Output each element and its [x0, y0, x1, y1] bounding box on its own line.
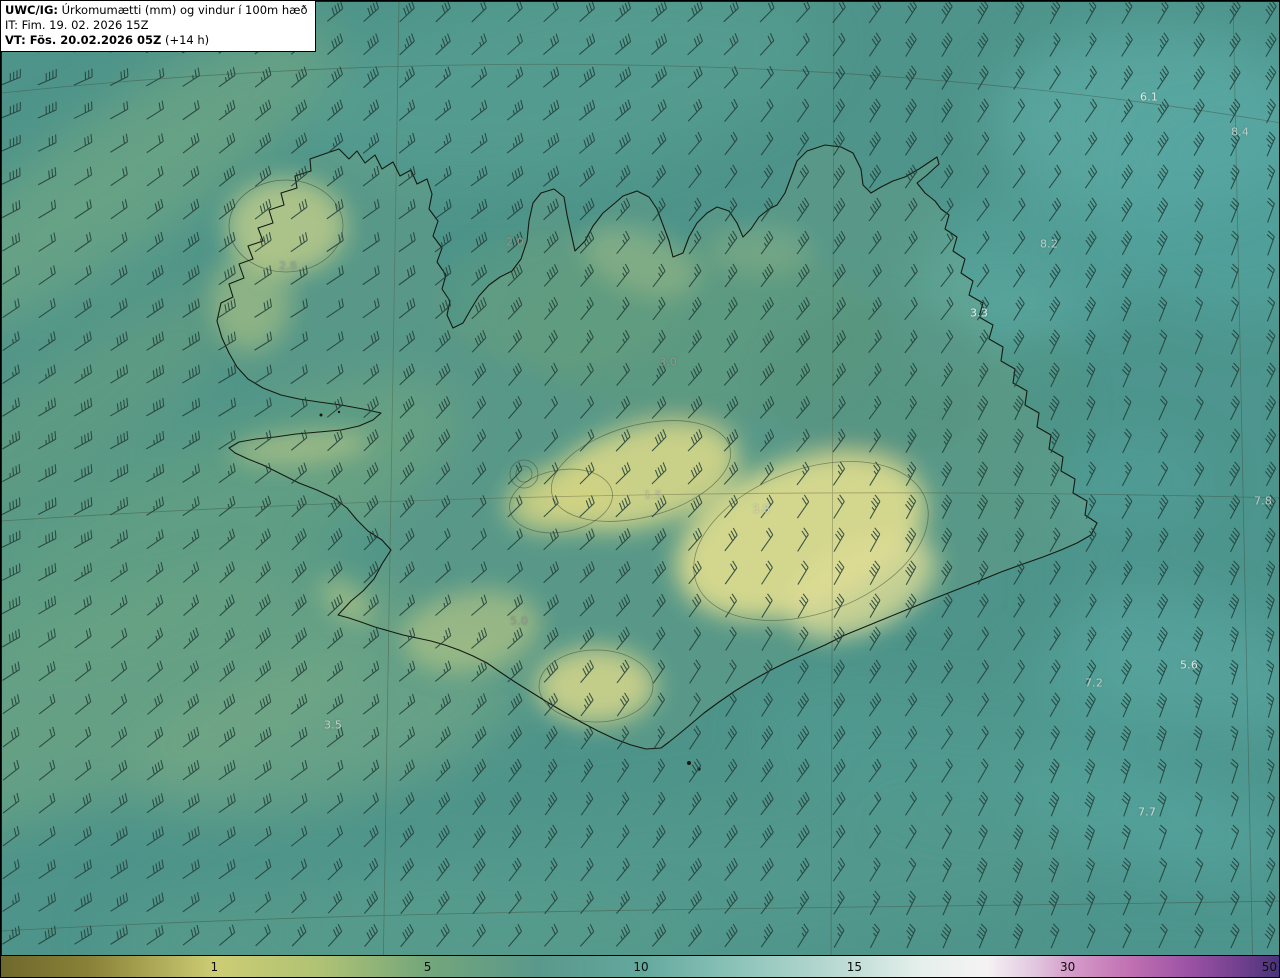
precipitation-wind-map: [1, 1, 1279, 957]
colorbar-tick: 50: [1261, 959, 1277, 974]
colorbar-tick: 30: [1059, 959, 1076, 974]
product-label: UWC/IG:: [5, 3, 58, 17]
valid-time-line: VT: Fös. 20.02.2026 05Z (+14 h): [5, 33, 308, 48]
map-title-box: UWC/IG: Úrkomumætti (mm) og vindur í 100…: [1, 1, 316, 52]
colorbar-tick: 15: [846, 959, 863, 974]
product-title-line: UWC/IG: Úrkomumætti (mm) og vindur í 100…: [5, 3, 308, 18]
product-title: Úrkomumætti (mm) og vindur í 100m hæð: [57, 3, 308, 17]
weather-chart: 6.1 8.4 8.2 2.8 3.3 3.0 2.0 7.8 3.8 1.5 5.0 5.6 7.2 3…: [0, 0, 1280, 978]
colorbar-tick: 10: [633, 959, 649, 974]
valid-offset: (+14 h): [161, 32, 210, 47]
valid-time: VT: Fös. 20.02.2026 05Z: [5, 32, 162, 47]
init-time-line: IT: Fim. 19. 02. 2026 15Z: [5, 17, 149, 32]
map-canvas: 6.1 8.4 8.2 2.8 3.3 3.0 2.0 7.8 3.8 1.5 5.0 5.6 7.2 3…: [1, 1, 1279, 957]
colorbar-tick: 5: [423, 959, 432, 974]
colorbar: 1 5 10 15 30 50: [1, 955, 1279, 977]
colorbar-tick: 1: [210, 959, 219, 974]
